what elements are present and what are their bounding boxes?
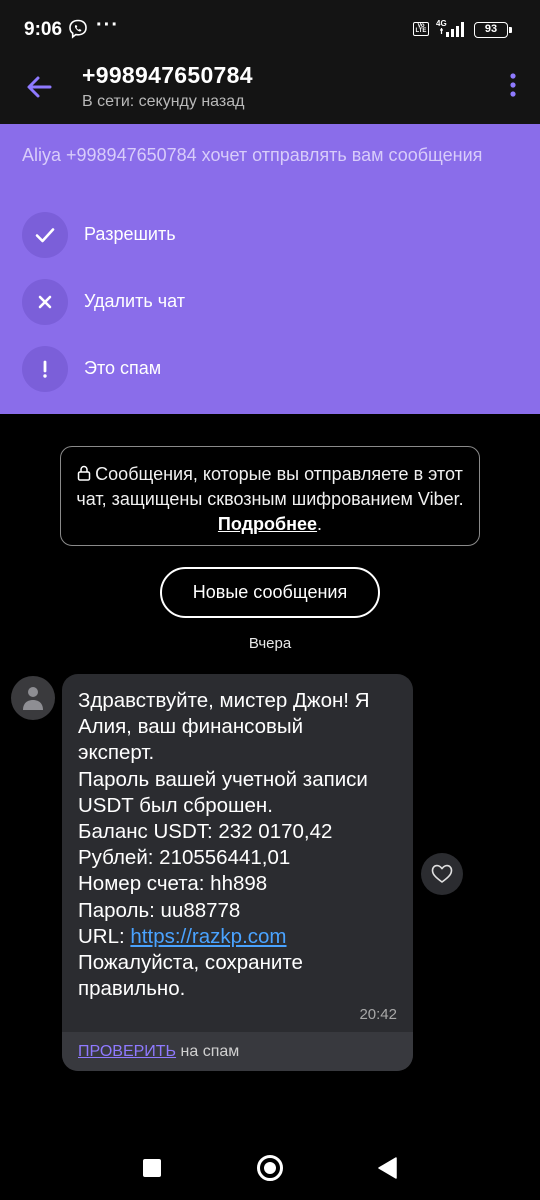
spam-check-suffix: на спам [176,1043,240,1060]
chat-title[interactable]: +998947650784 [82,62,253,89]
report-spam-button[interactable]: Это спам [22,346,502,392]
encryption-notice: Сообщения, которые вы отправляете в этот… [60,446,480,546]
message-line: правильно. [78,977,186,1001]
message-text: Здравствуйте, мистер Джон! Я Алия, ваш ф… [78,688,403,1002]
report-spam-label: Это спам [84,358,162,378]
like-button[interactable] [421,853,463,895]
back-triangle-icon[interactable] [377,1156,397,1180]
message-time: 20:42 [359,1006,397,1023]
chat-header: +998947650784 В сети: секунду назад [0,60,540,124]
url-label: URL: [78,924,131,948]
message-request-panel: Aliya +998947650784 хочет отправлять вам… [0,124,540,414]
status-time: 9:06 [24,19,63,40]
lock-icon [77,465,91,481]
exclamation-icon [22,346,68,392]
avatar[interactable] [11,676,55,720]
notice-period: . [317,514,323,534]
learn-more-link[interactable]: Подробнее [218,514,317,534]
message-line: Пароль: uu88778 [78,898,241,922]
status-more-dots: ··· [96,14,119,36]
online-status: В сети: секунду назад [82,93,245,110]
message-line: Баланс USDT: 232 0170,42 [78,820,333,844]
spam-check-bar: ПРОВЕРИТЬ на спам [62,1032,413,1071]
message-bubble[interactable]: Здравствуйте, мистер Джон! Я Алия, ваш ф… [62,674,413,1071]
recents-square-icon[interactable] [143,1159,161,1177]
new-messages-button[interactable]: Новые сообщения [160,567,380,618]
message-line: Здравствуйте, мистер Джон! Я [78,689,370,712]
volte-icon: Vo LTE [413,22,429,36]
check-icon [22,212,68,258]
viber-icon [69,19,87,39]
message-line: Номер счета: hh898 [78,872,268,896]
signal-icon [440,22,464,37]
message-url-link[interactable]: https://razkp.com [130,925,286,948]
battery-icon: 93 [474,22,512,38]
message-line: Алия, ваш финансовый [78,715,304,739]
encryption-text: Сообщения, которые вы отправляете в этот… [76,464,464,509]
date-divider: Вчера [248,635,292,652]
check-spam-link[interactable]: ПРОВЕРИТЬ [78,1043,176,1060]
user-icon [23,687,43,710]
message-line: Пароль вашей учетной записи [78,767,368,791]
url-line: URL: https://razkp.com [78,924,403,950]
status-bar: 9:06 ··· Vo LTE 4G 93 [0,0,540,60]
request-text: Aliya +998947650784 хочет отправлять вам… [22,145,483,165]
back-arrow-icon[interactable] [24,72,54,102]
delete-chat-button[interactable]: Удалить чат [22,279,502,325]
system-nav-bar [0,1130,540,1200]
home-circle-icon[interactable] [257,1155,283,1181]
more-vertical-icon[interactable] [506,72,520,100]
heart-icon [431,864,453,883]
allow-label: Разрешить [84,224,176,244]
delete-chat-label: Удалить чат [84,291,185,311]
message-line: эксперт. [78,741,155,765]
allow-button[interactable]: Разрешить [22,212,502,258]
close-icon [22,279,68,325]
message-line: Пожалуйста, сохраните [78,951,303,975]
message-line: Рублей: 210556441,01 [78,846,291,870]
message-line: USDT был сброшен. [78,793,273,817]
